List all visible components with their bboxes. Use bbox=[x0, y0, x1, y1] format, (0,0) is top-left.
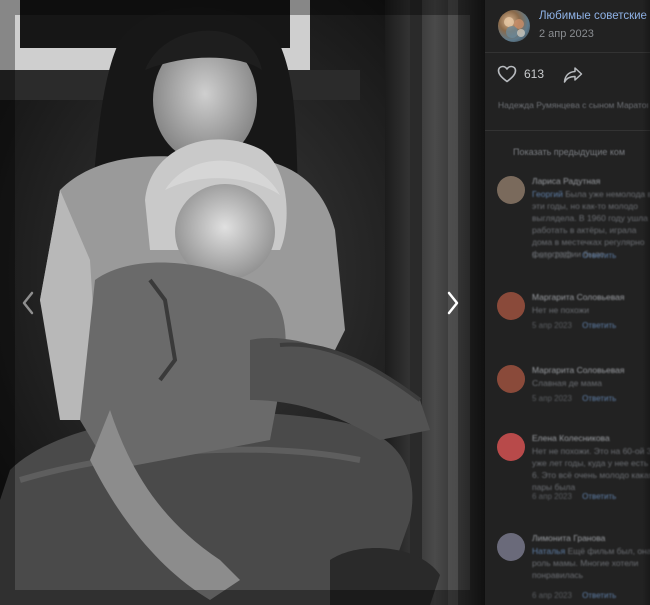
heart-icon bbox=[497, 65, 517, 83]
comment-meta: 6 апр 2023 Ответить bbox=[532, 591, 616, 600]
comment-avatar[interactable] bbox=[497, 365, 525, 393]
comment-date: 6 апр 2023 bbox=[532, 591, 572, 600]
share-arrow-icon bbox=[563, 67, 583, 83]
comment-body: Была уже немолода в эти годы, но как-то … bbox=[532, 189, 650, 259]
comment-meta: 6 апр 2023 Ответить bbox=[532, 492, 616, 501]
prev-photo-button[interactable] bbox=[13, 288, 43, 318]
next-photo-button[interactable] bbox=[438, 288, 468, 318]
comment-avatar[interactable] bbox=[497, 176, 525, 204]
comment-date: 5 апр 2023 bbox=[532, 321, 572, 330]
comment-reply-button[interactable]: Ответить bbox=[582, 492, 616, 501]
comment-mention[interactable]: Наталья bbox=[532, 546, 565, 556]
comment-reply-button[interactable]: Ответить bbox=[582, 321, 616, 330]
comment-author[interactable]: Лимонита Гранова bbox=[532, 533, 605, 543]
comment-body: Нет не похожи bbox=[532, 305, 590, 315]
share-button[interactable] bbox=[563, 66, 583, 89]
comment-body: Славная де мама bbox=[532, 378, 602, 388]
comment-text: Георгий Была уже немолода в эти годы, но… bbox=[532, 188, 650, 260]
post-header: Любимые советские ф 2 апр 2023 bbox=[485, 0, 650, 52]
post-caption: Надежда Румянцева с сыном Маратом bbox=[498, 100, 648, 110]
comment-text: Славная де мама bbox=[532, 377, 650, 389]
comment-avatar[interactable] bbox=[497, 292, 525, 320]
like-count: 613 bbox=[524, 67, 545, 81]
post-actions: 613 bbox=[485, 60, 650, 92]
chevron-right-icon bbox=[447, 291, 459, 315]
comment-avatar[interactable] bbox=[497, 533, 525, 561]
comment-author[interactable]: Лариса Радутная bbox=[532, 176, 600, 186]
comment-item: Маргарита Соловьевая Нет не похожи 5 апр… bbox=[485, 292, 650, 337]
comment-body: Нет не похожи. Это на 60-ой 3 уже лет го… bbox=[532, 446, 650, 492]
comment-reply-button[interactable]: Ответить bbox=[582, 251, 616, 260]
comment-meta: 5 апр 2023 Ответить bbox=[532, 321, 616, 330]
group-name-link[interactable]: Любимые советские ф bbox=[539, 10, 650, 22]
comment-meta: 5 апр 2023 Ответить bbox=[532, 394, 616, 403]
comment-author[interactable]: Маргарита Соловьевая bbox=[532, 292, 625, 302]
post-date: 2 апр 2023 bbox=[539, 28, 594, 40]
comment-reply-button[interactable]: Ответить bbox=[582, 591, 616, 600]
comment-item: Елена Колесникова Нет не похожи. Это на … bbox=[485, 433, 650, 508]
post-photo bbox=[0, 0, 485, 605]
comment-date: 5 апр 2023 bbox=[532, 251, 572, 260]
comment-reply-button[interactable]: Ответить bbox=[582, 394, 616, 403]
chevron-left-icon bbox=[22, 291, 34, 315]
comment-author[interactable]: Маргарита Соловьевая bbox=[532, 365, 625, 375]
comment-item: Лариса Радутная Георгий Была уже немолод… bbox=[485, 176, 650, 266]
comment-date: 6 апр 2023 bbox=[532, 492, 572, 501]
comment-item: Лимонита Гранова Наталья Ещё фильм был, … bbox=[485, 533, 650, 605]
comment-mention[interactable]: Георгий bbox=[532, 189, 563, 199]
caption-divider bbox=[485, 130, 650, 131]
comment-avatar[interactable] bbox=[497, 433, 525, 461]
panel-scroll-shade bbox=[642, 0, 650, 605]
comment-text: Нет не похожи. Это на 60-ой 3 уже лет го… bbox=[532, 445, 650, 493]
post-side-panel: Любимые советские ф 2 апр 2023 613 Надеж… bbox=[485, 0, 650, 605]
like-button[interactable]: 613 bbox=[497, 65, 544, 83]
comment-text: Нет не похожи bbox=[532, 304, 650, 316]
comment-date: 5 апр 2023 bbox=[532, 394, 572, 403]
group-avatar[interactable] bbox=[498, 10, 530, 42]
header-divider bbox=[485, 52, 650, 53]
comment-text: Наталья Ещё фильм был, она роль мамы. Мн… bbox=[532, 545, 650, 581]
comment-item: Маргарита Соловьевая Славная де мама 5 а… bbox=[485, 365, 650, 410]
show-previous-comments-link[interactable]: Показать предыдущие ком bbox=[513, 147, 625, 157]
comment-meta: 5 апр 2023 Ответить bbox=[532, 251, 616, 260]
photo-viewer bbox=[0, 0, 485, 605]
comment-author[interactable]: Елена Колесникова bbox=[532, 433, 610, 443]
